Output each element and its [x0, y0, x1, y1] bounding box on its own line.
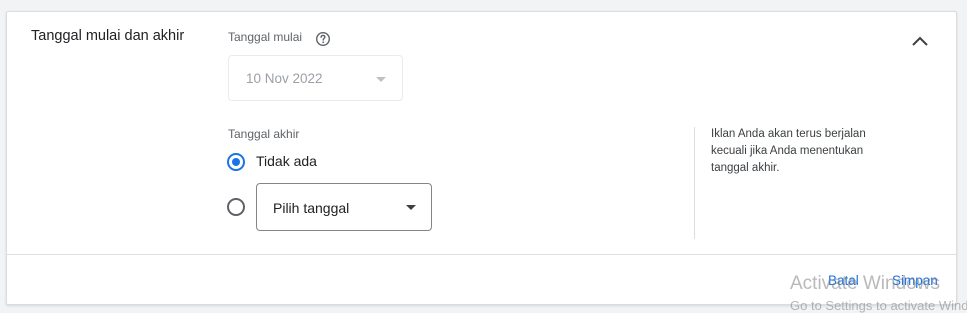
end-date-hint: Iklan Anda akan terus berjalan kecuali j…: [711, 128, 866, 174]
start-date-value: 10 Nov 2022: [246, 71, 323, 86]
start-date-label: Tanggal mulai: [228, 30, 303, 44]
caret-down-icon: [376, 77, 386, 82]
section-title: Tanggal mulai dan akhir: [31, 28, 185, 44]
save-button[interactable]: Simpan: [892, 273, 938, 288]
help-icon[interactable]: [315, 31, 331, 47]
radio-no-end-date-label[interactable]: Tidak ada: [256, 153, 317, 169]
date-settings-card: Tanggal mulai dan akhir Tanggal mulai 10…: [6, 11, 957, 305]
end-date-label: Tanggal akhir: [228, 127, 300, 141]
start-date-select[interactable]: 10 Nov 2022: [228, 55, 403, 101]
radio-pick-date[interactable]: [227, 198, 245, 216]
collapse-button[interactable]: [908, 29, 932, 53]
end-date-select[interactable]: Pilih tanggal: [256, 183, 432, 231]
caret-down-icon: [406, 205, 416, 210]
footer-divider: [7, 254, 956, 255]
radio-no-end-date[interactable]: [227, 153, 245, 171]
cancel-button[interactable]: Batal: [828, 273, 859, 288]
chevron-up-icon: [912, 36, 928, 46]
end-date-placeholder: Pilih tanggal: [273, 200, 350, 216]
vertical-divider: [694, 127, 695, 239]
